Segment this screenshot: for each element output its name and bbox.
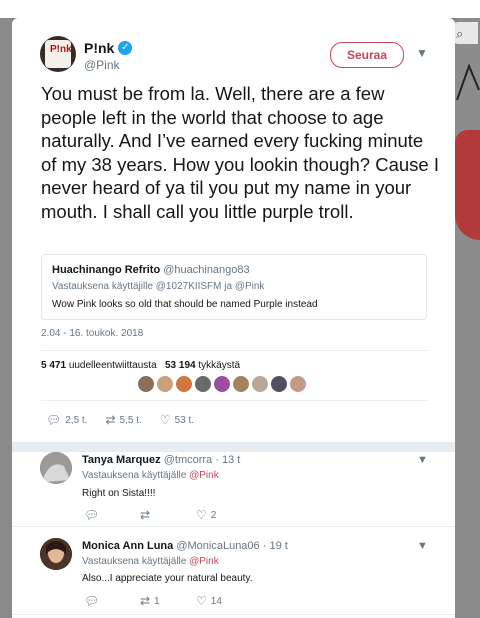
reply-text: Also...I appreciate your natural beauty. [82, 573, 253, 584]
reply-header: Monica Ann Luna @MonicaLuna06 · 19 t [82, 540, 288, 552]
reply-tweet[interactable]: Monica Ann Luna @MonicaLuna06 · 19 t ▼ V… [12, 534, 455, 614]
like-button[interactable]: ♡ 14 [196, 594, 252, 608]
retweet-count-label[interactable]: uudelleentwiittausta [69, 360, 157, 371]
retweet-count[interactable]: 5 471 [41, 360, 66, 371]
heart-icon: ♡ [196, 594, 207, 608]
engagement-stats: 5 471 uudelleentwiittausta 53 194 tykkäy… [41, 360, 240, 371]
author-name-row[interactable]: P!nk ✓ [84, 40, 133, 56]
retweet-button[interactable]: ⇄ 1 [140, 594, 196, 608]
liker-avatar[interactable] [214, 376, 230, 392]
reply-context-prefix: Vastauksena käyttäjälle [82, 556, 187, 567]
chevron-down-icon[interactable]: ▼ [417, 454, 428, 466]
reply-author-name[interactable]: Monica Ann Luna [82, 540, 173, 552]
avatar[interactable]: P!nk [40, 36, 76, 72]
like-count: 14 [210, 595, 222, 607]
retweet-count: 1 [154, 595, 160, 607]
background-left [0, 18, 12, 618]
replies-separator [12, 442, 455, 452]
reply-author-handle[interactable]: @MonicaLuna06 [176, 540, 259, 552]
reply-text: Right on Sista!!!! [82, 488, 156, 499]
like-button[interactable]: ♡ 53 t. [160, 413, 194, 427]
quoted-author-name[interactable]: Huachinango Refrito [52, 264, 160, 276]
retweet-button[interactable]: ⇄ [140, 508, 196, 522]
like-button[interactable]: ♡ 2 [196, 508, 252, 522]
tweet-actions: 💬︎ 2,5 t. ⇄ 5,5 t. ♡ 53 t. [46, 413, 212, 427]
quoted-tweet[interactable]: Huachinango Refrito @huachinango83 Vasta… [41, 254, 427, 320]
divider [12, 614, 455, 615]
chevron-down-icon[interactable]: ▼ [417, 540, 428, 552]
liker-avatars [138, 376, 306, 392]
reply-icon: 💬︎ [84, 508, 100, 522]
reply-tweet[interactable]: Tanya Marquez @tmcorra · 13 t ▼ Vastauks… [12, 452, 455, 528]
like-count: 2 [210, 509, 217, 521]
liker-avatar[interactable] [233, 376, 249, 392]
like-action-count: 53 t. [174, 414, 195, 426]
liker-avatar[interactable] [176, 376, 192, 392]
reply-context-prefix: Vastauksena käyttäjälle [82, 470, 187, 481]
tweet-modal: P!nk P!nk ✓ @Pink Seuraa ▼ You must be f… [12, 18, 455, 618]
retweet-button[interactable]: ⇄ 5,5 t. [105, 413, 141, 427]
reply-context: Vastauksena käyttäjälle @Pink [82, 556, 219, 567]
reply-header: Tanya Marquez @tmcorra · 13 t [82, 454, 240, 466]
tweet-timestamp[interactable]: 2.04 - 16. toukok. 2018 [41, 328, 143, 339]
reply-button[interactable]: 💬︎ [84, 594, 140, 608]
liker-avatar[interactable] [157, 376, 173, 392]
author-display-name[interactable]: P!nk [84, 40, 114, 56]
reply-time[interactable]: · 13 t [215, 454, 240, 466]
background-right [455, 18, 480, 618]
quoted-tweet-text: Wow Pink looks so old that should be nam… [52, 299, 318, 310]
reply-author-handle[interactable]: @tmcorra [164, 454, 212, 466]
avatar[interactable] [40, 538, 72, 570]
quoted-reply-context: Vastauksena käyttäjille @1027KIISFM ja @… [52, 281, 265, 292]
reply-button[interactable]: 💬︎ [84, 508, 140, 522]
divider [41, 350, 427, 351]
retweet-action-count: 5,5 t. [119, 414, 142, 426]
retweet-icon: ⇄ [140, 594, 151, 608]
follow-button[interactable]: Seuraa [330, 42, 404, 68]
divider [41, 400, 427, 401]
reply-count: 2,5 t. [65, 414, 88, 426]
liker-avatar[interactable] [252, 376, 268, 392]
heart-icon: ♡ [196, 508, 207, 522]
liker-avatar[interactable] [290, 376, 306, 392]
verified-badge-icon: ✓ [118, 41, 133, 55]
heart-icon: ♡ [159, 413, 171, 427]
quoted-tweet-header: Huachinango Refrito @huachinango83 [52, 264, 250, 276]
liker-avatar[interactable] [195, 376, 211, 392]
quoted-author-handle[interactable]: @huachinango83 [163, 264, 249, 276]
liker-avatar[interactable] [271, 376, 287, 392]
retweet-icon: ⇄ [140, 508, 151, 522]
reply-context-user[interactable]: @Pink [189, 556, 219, 567]
reply-time[interactable]: · 19 t [263, 540, 288, 552]
like-count[interactable]: 53 194 [165, 360, 196, 371]
reply-icon: 💬︎ [46, 413, 62, 427]
background-image-fragment-red [455, 130, 480, 240]
divider [12, 526, 455, 527]
tweet-text: You must be from la. Well, there are a f… [41, 83, 439, 222]
retweet-icon: ⇄ [105, 413, 116, 427]
reply-actions: 💬︎ ⇄ ♡ 2 [84, 508, 252, 522]
reply-button[interactable]: 💬︎ 2,5 t. [46, 413, 87, 427]
liker-avatar[interactable] [138, 376, 154, 392]
search-icon: ⌕ [456, 26, 464, 41]
avatar[interactable] [40, 452, 72, 484]
chevron-down-icon[interactable]: ▼ [416, 46, 428, 60]
author-handle[interactable]: @Pink [84, 58, 120, 72]
like-count-label[interactable]: tykkäystä [198, 360, 240, 371]
reply-context-user[interactable]: @Pink [189, 470, 219, 481]
reply-icon: 💬︎ [84, 594, 100, 608]
background-header [0, 0, 480, 18]
reply-actions: 💬︎ ⇄ 1 ♡ 14 [84, 594, 252, 608]
reply-context: Vastauksena käyttäjälle @Pink [82, 470, 219, 481]
reply-author-name[interactable]: Tanya Marquez [82, 454, 161, 466]
background-image-fragment [456, 63, 480, 101]
